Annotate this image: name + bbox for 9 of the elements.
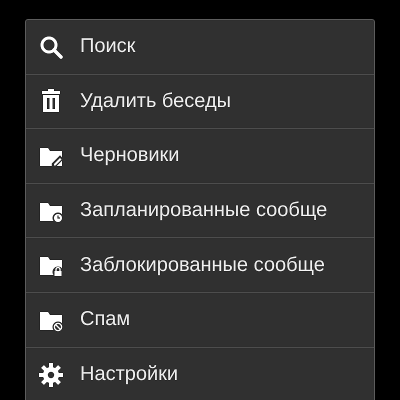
search-icon (38, 34, 64, 60)
menu-item[interactable]: Поиск (80, 35, 136, 58)
menu-item[interactable]: Заблокированные сообще (80, 254, 325, 277)
settings-icon (38, 362, 64, 388)
menu-item[interactable]: Запланированные сообще (80, 199, 328, 222)
menu-item[interactable]: Черновики (80, 144, 180, 168)
menu-item[interactable]: Настройки (80, 363, 178, 386)
menu-item[interactable]: Спам (80, 308, 130, 332)
menu-item[interactable]: Удалить беседы (80, 90, 231, 113)
